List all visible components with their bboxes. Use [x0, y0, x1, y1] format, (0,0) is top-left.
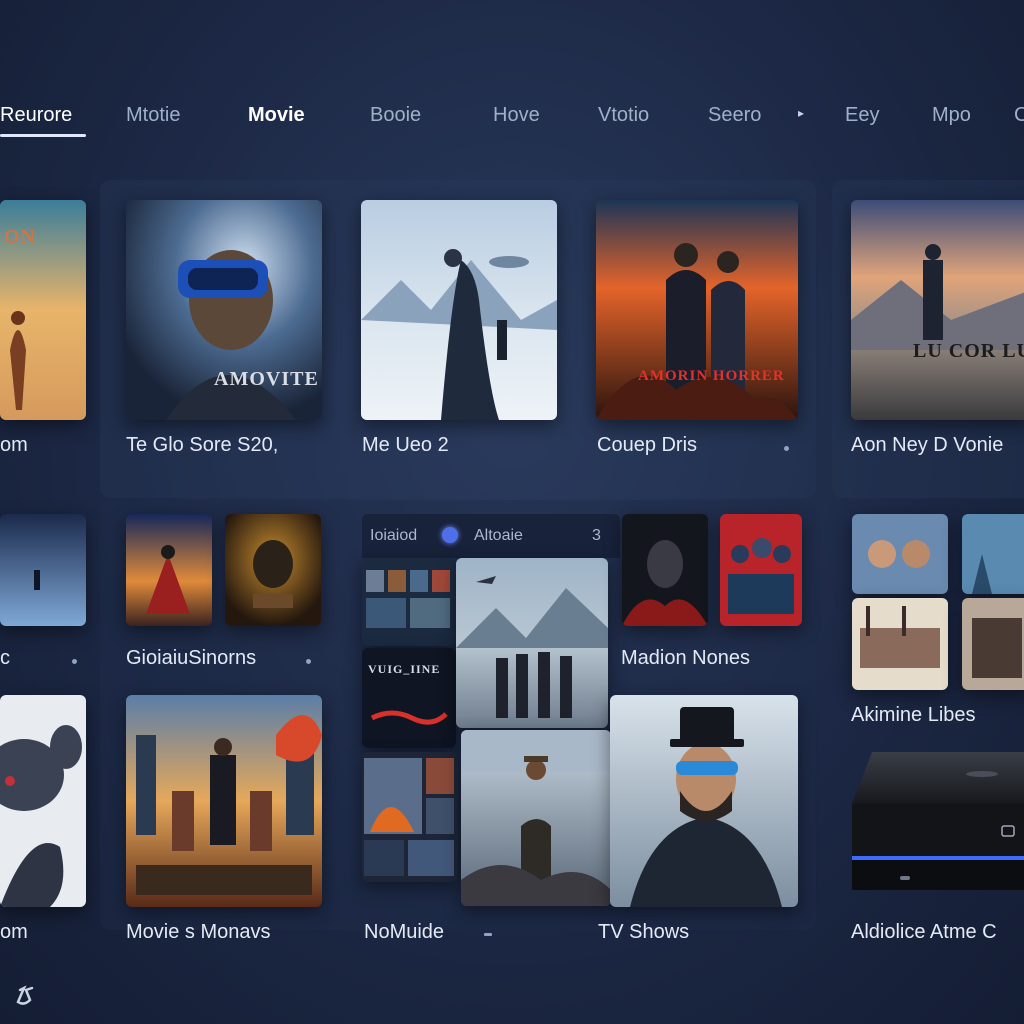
- poster-label-17: NoMuide: [364, 921, 445, 943]
- poster-art: [0, 695, 86, 907]
- nav-arrow-icon[interactable]: ▸: [798, 106, 804, 120]
- app-logo-icon: [16, 985, 34, 1005]
- poster-card-5[interactable]: LU COR LU: [851, 200, 1024, 420]
- poster-art: [720, 514, 802, 626]
- collection-header[interactable]: Ioiaiod Altoaie 3: [362, 514, 620, 558]
- fire-collage-art: [362, 752, 458, 882]
- collage-thumb-fire[interactable]: [362, 752, 458, 882]
- poster-art: [852, 514, 948, 594]
- collection-title: Ioiaiod: [370, 527, 418, 544]
- poster-art: [0, 514, 86, 626]
- collection-status-icon: [442, 527, 458, 543]
- poster-label-19: Aldiolice Atme C: [851, 921, 997, 943]
- poster-art: [852, 598, 948, 690]
- collage-title-card[interactable]: VUIG_IINE: [362, 648, 456, 748]
- nav-item-mpo[interactable]: Mpo: [932, 104, 971, 127]
- poster-card-10[interactable]: [720, 514, 802, 626]
- poster-card-3[interactable]: [361, 200, 557, 420]
- poster-art: [126, 695, 322, 907]
- poster-art: [596, 200, 798, 420]
- poster-card-western[interactable]: [461, 730, 611, 906]
- poster-card-2[interactable]: AMOVITE: [126, 200, 322, 420]
- nav-active-underline: [0, 134, 86, 137]
- poster-label-6: c: [0, 647, 10, 669]
- poster-card-12[interactable]: [962, 514, 1024, 594]
- poster-art: [622, 514, 708, 626]
- poster-label-2: Te Glo Sore S20,: [126, 434, 279, 456]
- top-nav: Reurore Mtotie Movie Booie Hove Vtotio S…: [0, 96, 1024, 146]
- poster-label-1: om: [0, 434, 28, 456]
- collage-thumb-grid[interactable]: [362, 558, 456, 646]
- poster-art: [126, 514, 212, 626]
- row2-indicator-dot-1: [72, 659, 77, 664]
- row2-indicator-dot-2: [306, 659, 311, 664]
- collection-subtitle: Altoaie: [474, 527, 523, 544]
- nav-item-reurore[interactable]: Reurore: [0, 104, 72, 127]
- poster-art: [456, 558, 608, 728]
- poster-label-3: Me Ueo 2: [362, 434, 449, 456]
- poster-label-5: Aon Ney D Vonie: [851, 434, 1004, 456]
- nav-item-eey[interactable]: Eey: [845, 104, 879, 127]
- poster-card-16[interactable]: [126, 695, 322, 907]
- streaming-device[interactable]: [852, 752, 1024, 892]
- poster-card-featured[interactable]: [456, 558, 608, 728]
- poster-card-1[interactable]: ON: [0, 200, 86, 420]
- poster-card-tv-shows[interactable]: [610, 695, 798, 907]
- poster-card-11[interactable]: [852, 514, 948, 594]
- nav-item-hove[interactable]: Hove: [493, 104, 540, 127]
- poster-art: [962, 598, 1024, 690]
- poster-art: [851, 200, 1024, 420]
- poster-label-4: Couep Dris: [597, 434, 698, 456]
- row3-indicator-dash: [484, 933, 492, 936]
- nav-item-booie[interactable]: Booie: [370, 104, 421, 127]
- device-illustration: [852, 752, 1024, 890]
- collection-count: 3: [592, 527, 601, 544]
- nav-item-vtotio[interactable]: Vtotio: [598, 104, 649, 127]
- poster-art: [461, 730, 611, 906]
- poster-card-15[interactable]: [0, 695, 86, 907]
- row1-indicator-dot: [784, 446, 789, 451]
- poster-art: [962, 514, 1024, 594]
- poster-card-9[interactable]: [622, 514, 708, 626]
- poster-card-8[interactable]: [225, 514, 321, 626]
- poster-art: [225, 514, 321, 626]
- poster-card-7[interactable]: [126, 514, 212, 626]
- poster-art: [610, 695, 798, 907]
- thumbnail-grid-art: [362, 558, 456, 646]
- poster-label-11: Akimine Libes: [851, 704, 976, 726]
- poster-label-9: Madion Nones: [621, 647, 750, 669]
- poster-art: [361, 200, 557, 420]
- poster-card-14[interactable]: [962, 598, 1024, 690]
- nav-item-mtotie[interactable]: Mtotie: [126, 104, 180, 127]
- poster-label-16: Movie s Monavs: [126, 921, 271, 943]
- poster-label-18: TV Shows: [598, 921, 690, 943]
- poster-label-7: GioiaiuSinorns: [126, 647, 257, 669]
- poster-card-4[interactable]: AMORIN HORRER: [596, 200, 798, 420]
- nav-item-c[interactable]: C: [1014, 104, 1024, 127]
- nav-item-seero[interactable]: Seero: [708, 104, 761, 127]
- poster-label-15: om: [0, 921, 28, 943]
- nav-item-movie[interactable]: Movie: [248, 104, 305, 127]
- poster-card-6[interactable]: [0, 514, 86, 626]
- poster-card-13[interactable]: [852, 598, 948, 690]
